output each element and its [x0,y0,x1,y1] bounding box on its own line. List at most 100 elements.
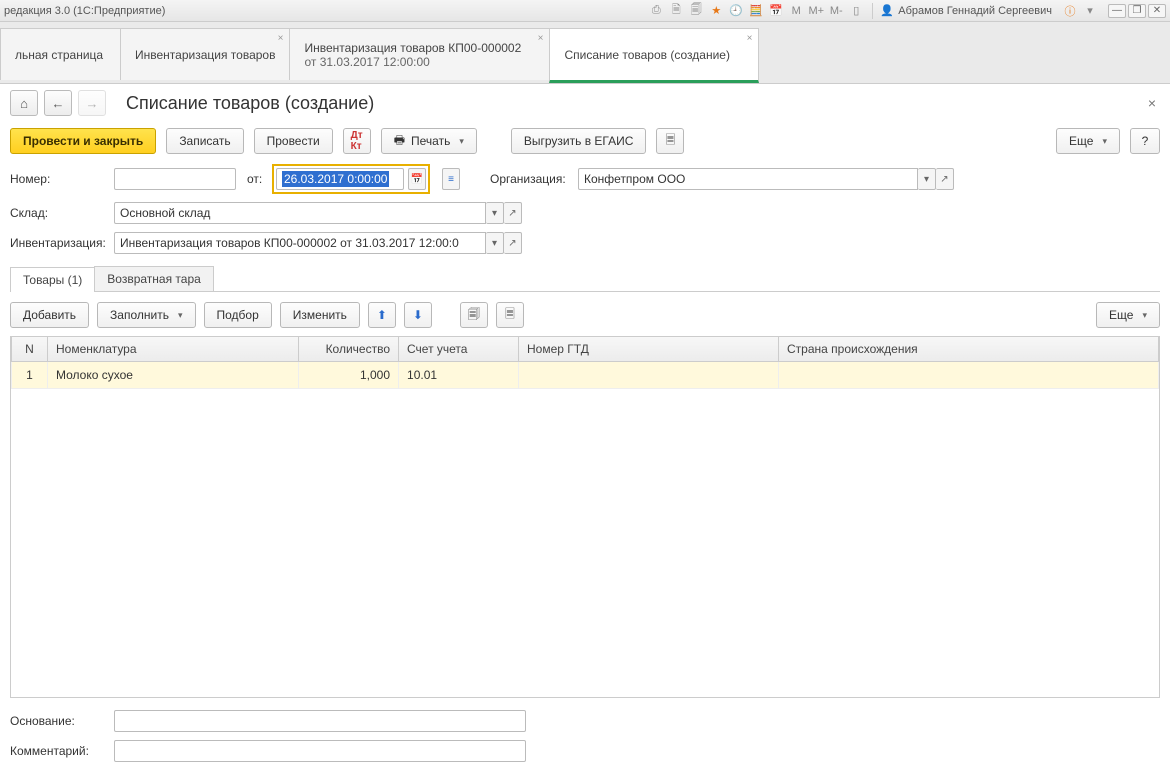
help-button[interactable]: ? [1130,128,1160,154]
comment-label: Комментарий: [10,744,108,758]
osnov-label: Основание: [10,714,108,728]
home-button[interactable]: ⌂ [10,90,38,116]
form-footer: Основание: Комментарий: [10,710,1160,762]
window-titlebar: редакция 3.0 (1С:Предприятие) ⎙ 🗎 🗐 ★ 🕘 … [0,0,1170,22]
add-row-button[interactable]: Добавить [10,302,89,328]
tab-tara[interactable]: Возвратная тара [94,266,214,291]
sklad-input[interactable]: Основной склад [114,202,486,224]
titlebar-icons: ⎙ 🗎 🗐 ★ 🕘 🧮 📅 M M+ M- ▯ 👤 Абрамов Геннад… [648,3,1166,19]
print-icon[interactable]: ⎙ [648,3,664,19]
maximize-button[interactable]: ❐ [1128,4,1146,18]
col-acct[interactable]: Счет учета [399,337,519,362]
attach-icon[interactable]: 🗏 [656,128,684,154]
back-button[interactable]: ← [44,90,72,116]
dropdown-icon[interactable]: ▾ [1082,3,1098,19]
dtkt-icon[interactable]: ДтКт [343,128,371,154]
col-nomen[interactable]: Номенклатура [48,337,299,362]
date-input[interactable]: 26.03.2017 0:00:00 [276,168,404,190]
sklad-label: Склад: [10,206,108,220]
org-combo[interactable]: Конфетпром ООО ▾ ↗ [578,168,954,190]
number-label: Номер: [10,172,108,186]
caret-down-icon: ▾ [1142,310,1147,321]
caret-down-icon: ▾ [459,136,464,147]
dropdown-icon[interactable]: ▾ [486,232,504,254]
panels-icon[interactable]: ▯ [848,3,864,19]
move-down-icon[interactable]: ⬇ [404,302,432,328]
copy-icon[interactable]: 🗐 [688,3,704,19]
org-input[interactable]: Конфетпром ООО [578,168,918,190]
nav-row: ⌂ ← → Списание товаров (создание) × [10,90,1160,116]
goods-table: N Номенклатура Количество Счет учета Ном… [10,336,1160,698]
dropdown-icon[interactable]: ▾ [918,168,936,190]
info-icon[interactable]: ⓘ [1062,3,1078,19]
inv-input[interactable]: Инвентаризация товаров КП00-000002 от 31… [114,232,486,254]
comment-input[interactable] [114,740,526,762]
open-icon[interactable]: ↗ [504,202,522,224]
user-chip[interactable]: 👤 Абрамов Геннадий Сергеевич [872,3,1058,19]
col-n[interactable]: N [12,337,48,362]
col-country[interactable]: Страна происхождения [779,337,1159,362]
print-button[interactable]: 🖶 Печать ▾ [381,128,477,154]
page-body: ⌂ ← → Списание товаров (создание) × Пров… [0,84,1170,772]
egais-button[interactable]: Выгрузить в ЕГАИС [511,128,647,154]
post-button[interactable]: Провести [254,128,333,154]
tab-main-page[interactable]: льная страница [0,28,120,80]
ot-label: от: [242,168,266,190]
open-icon[interactable]: ↗ [936,168,954,190]
tab-writeoff[interactable]: Списание товаров (создание) × [549,28,759,83]
minimize-button[interactable]: — [1108,4,1126,18]
caret-down-icon: ▾ [178,310,183,321]
move-up-icon[interactable]: ⬆ [368,302,396,328]
inv-combo[interactable]: Инвентаризация товаров КП00-000002 от 31… [114,232,522,254]
sub-tabs: Товары (1) Возвратная тара [10,266,1160,292]
tab-goods[interactable]: Товары (1) [10,267,95,292]
calc-icon[interactable]: 🧮 [748,3,764,19]
org-label: Организация: [490,172,572,186]
tab-close-icon[interactable]: × [747,33,753,44]
col-qty[interactable]: Количество [299,337,399,362]
col-gtd[interactable]: Номер ГТД [519,337,779,362]
tab-close-icon[interactable]: × [538,33,544,44]
caret-down-icon: ▾ [1102,136,1107,147]
date-field-highlight: 26.03.2017 0:00:00 📅 [272,164,430,194]
tab-close-icon[interactable]: × [278,33,284,44]
user-name: Абрамов Геннадий Сергеевич [898,5,1052,17]
sklad-combo[interactable]: Основной склад ▾ ↗ [114,202,522,224]
dropdown-icon[interactable]: ▾ [486,202,504,224]
forward-button[interactable]: → [78,90,106,116]
table-empty-area [11,389,1159,697]
star-icon[interactable]: ★ [708,3,724,19]
rows-toolbar: Добавить Заполнить ▾ Подбор Изменить ⬆ ⬇… [10,302,1160,328]
osnov-input[interactable] [114,710,526,732]
post-and-close-button[interactable]: Провести и закрыть [10,128,156,154]
page-close-button[interactable]: × [1144,91,1160,115]
table-row[interactable]: 1 Молоко сухое 1,000 10.01 [12,362,1159,389]
close-button[interactable]: ✕ [1148,4,1166,18]
copy-rows-icon[interactable]: 🗐 [460,302,488,328]
history-icon[interactable]: 🕘 [728,3,744,19]
list-icon[interactable]: ≡ [442,168,460,190]
save-button[interactable]: Записать [166,128,243,154]
m-icon[interactable]: M [788,3,804,19]
page-title: Списание товаров (создание) [126,93,1138,114]
tab-inventory-doc[interactable]: Инвентаризация товаров КП00-000002 от 31… [289,28,549,80]
pick-button[interactable]: Подбор [204,302,272,328]
doc-icon[interactable]: 🗎 [668,3,684,19]
number-input[interactable] [114,168,236,190]
m-plus-icon[interactable]: M+ [808,3,824,19]
action-toolbar: Провести и закрыть Записать Провести ДтК… [10,128,1160,154]
rows-more-button[interactable]: Еще ▾ [1096,302,1160,328]
form-header: Номер: от: 26.03.2017 0:00:00 📅 ≡ Органи… [10,164,1160,254]
inv-label: Инвентаризация: [10,236,108,250]
user-icon: 👤 [879,3,895,19]
change-button[interactable]: Изменить [280,302,360,328]
calendar-picker-icon[interactable]: 📅 [408,168,426,190]
fill-button[interactable]: Заполнить ▾ [97,302,195,328]
open-icon[interactable]: ↗ [504,232,522,254]
main-tabs: льная страница Инвентаризация товаров × … [0,22,1170,84]
calendar-icon[interactable]: 📅 [768,3,784,19]
paste-rows-icon[interactable]: 🗏 [496,302,524,328]
more-button[interactable]: Еще ▾ [1056,128,1120,154]
tab-inventory[interactable]: Инвентаризация товаров × [120,28,289,80]
m-minus-icon[interactable]: M- [828,3,844,19]
